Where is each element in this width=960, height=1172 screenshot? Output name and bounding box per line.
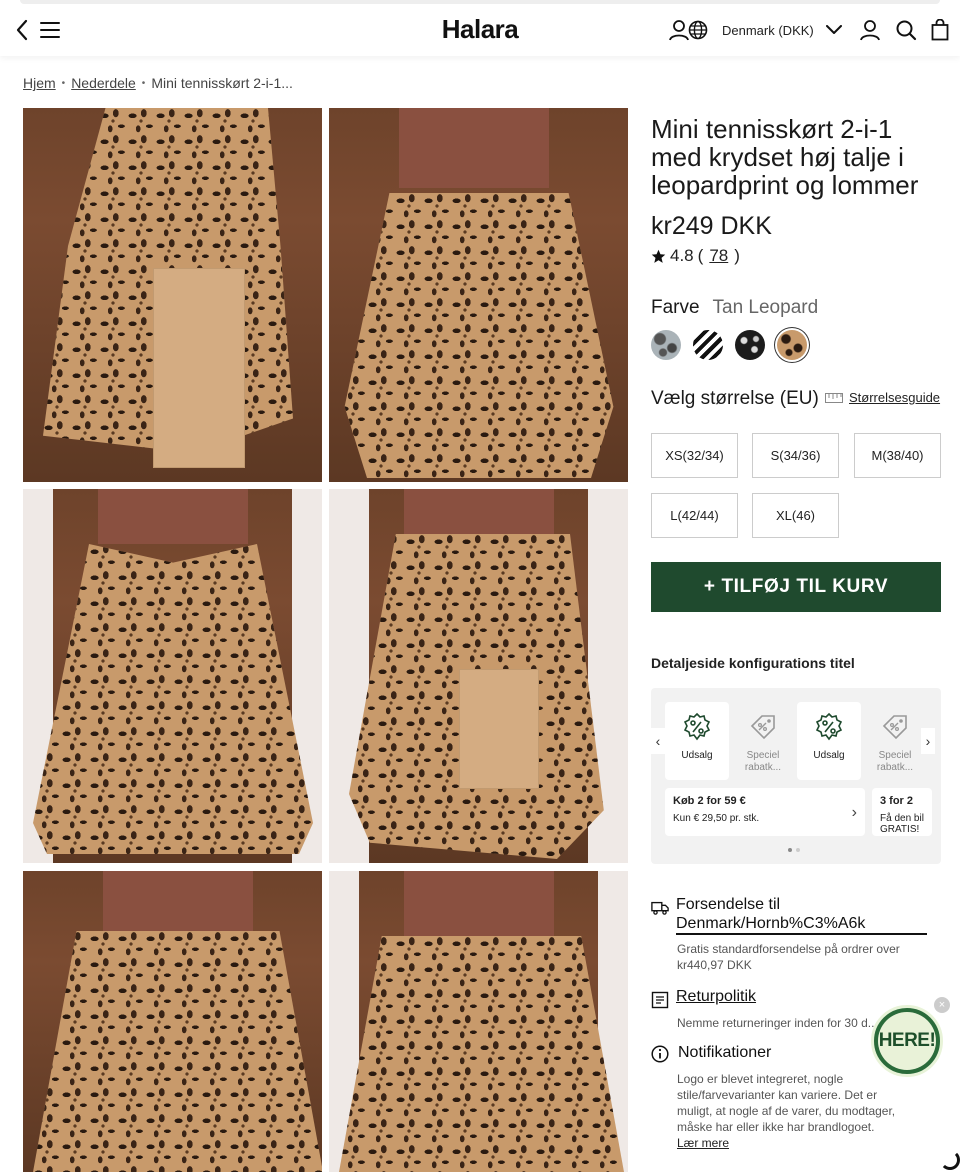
promo-card-label: Speciel rabatk...: [876, 750, 914, 773]
product-price: kr249 DKK: [651, 212, 772, 240]
promotions-carousel: ‹ Udsalg Speciel rabatk... Udsalg Specie…: [651, 688, 941, 864]
size-option-xl[interactable]: XL(46): [752, 493, 839, 538]
loading-spinner-icon: [940, 1150, 960, 1170]
hamburger-menu-icon[interactable]: [38, 18, 62, 42]
rating-value: 4.8: [670, 246, 694, 265]
promo-card-sale[interactable]: Udsalg: [797, 702, 861, 780]
color-label: Farve: [651, 297, 700, 318]
breadcrumb-home[interactable]: Hjem: [23, 75, 56, 91]
product-image-1[interactable]: [23, 108, 322, 482]
discount-tag-icon: [750, 715, 775, 740]
search-icon[interactable]: [894, 18, 918, 42]
close-icon[interactable]: ×: [934, 997, 950, 1013]
deal-card-3-for-2[interactable]: 3 for 2 Få den bil GRATIS!: [872, 788, 932, 836]
shopping-bag-icon[interactable]: [928, 18, 952, 42]
deal-subtitle: Få den bil: [880, 813, 924, 824]
deal-title: Køb 2 for 59 €: [673, 795, 746, 807]
color-swatch-tan-leopard[interactable]: [777, 330, 807, 360]
chevron-right-icon: ›: [851, 804, 857, 821]
promotions-title: Detaljeside konfigurations titel: [651, 655, 855, 671]
size-guide-link[interactable]: Størrelsesguide: [825, 390, 940, 405]
size-option-l[interactable]: L(42/44): [651, 493, 738, 538]
deal-subtitle: Kun € 29,50 pr. stk.: [673, 813, 760, 824]
breadcrumb-separator: •: [61, 77, 66, 89]
country-selector[interactable]: Denmark (DKK): [688, 18, 842, 42]
percent-badge-icon: [815, 712, 843, 741]
product-image-5[interactable]: [23, 871, 322, 1172]
truck-icon: [651, 901, 669, 915]
color-swatches: N N: [651, 330, 807, 360]
product-image-4[interactable]: [329, 489, 628, 863]
return-policy-link[interactable]: Returpolitik: [676, 988, 756, 1006]
rating-open-paren: (: [697, 246, 704, 265]
ruler-icon: [825, 392, 843, 403]
rating-close-paren: ): [734, 246, 740, 265]
size-option-s[interactable]: S(34/36): [752, 433, 839, 478]
size-guide-label: Størrelsesguide: [849, 390, 941, 405]
notifications-description: Logo er blevet integreret, nogle stile/f…: [677, 1072, 896, 1151]
size-label: Vælg størrelse (EU): [651, 388, 819, 409]
breadcrumb-separator: •: [141, 77, 146, 89]
breadcrumb-current: Mini tennisskørt 2-i-1...: [151, 75, 293, 91]
deal-card-buy-2[interactable]: Køb 2 for 59 € Kun € 29,50 pr. stk. ›: [665, 788, 865, 836]
color-swatch-black-leopard[interactable]: N: [735, 330, 765, 360]
free-gift-badge-text: HERE!: [878, 1012, 936, 1070]
chevron-down-icon: [825, 25, 842, 35]
new-badge: N: [719, 330, 723, 334]
color-swatch-snow-leopard[interactable]: [651, 330, 681, 360]
color-selector-label: Farve Tan Leopard: [651, 297, 818, 319]
size-option-xs[interactable]: XS(32/34): [651, 433, 738, 478]
percent-badge-icon: [683, 712, 711, 741]
top-divider: [20, 0, 940, 4]
user-icon[interactable]: [858, 18, 882, 42]
product-image-2[interactable]: [329, 108, 628, 482]
return-policy-icon: [651, 991, 669, 1009]
shipping-heading[interactable]: Forsendelse til Denmark/Hornb%C3%A6k: [676, 895, 927, 935]
pagination-dot[interactable]: [796, 848, 800, 852]
promo-card-label: Udsalg: [681, 750, 713, 761]
country-label: Denmark (DKK): [722, 22, 814, 38]
color-swatch-zebra[interactable]: N: [693, 330, 723, 360]
carousel-prev-icon[interactable]: ‹: [651, 728, 665, 754]
promo-card-sale[interactable]: Udsalg: [665, 702, 729, 780]
product-image-6[interactable]: [329, 871, 628, 1172]
back-arrow-icon[interactable]: [10, 18, 34, 42]
top-navigation-bar: Halara Denmark (DKK): [0, 0, 960, 56]
carousel-next-icon[interactable]: ›: [921, 728, 935, 754]
size-option-m[interactable]: M(38/40): [854, 433, 941, 478]
add-to-cart-button[interactable]: + TILFØJ TIL KURV: [651, 562, 941, 612]
notifications-heading: Notifikationer: [678, 1044, 772, 1061]
breadcrumb-category[interactable]: Nederdele: [71, 75, 136, 91]
product-title: Mini tennisskørt 2-i-1 med krydset høj t…: [651, 114, 919, 200]
product-image-3[interactable]: [23, 489, 322, 863]
promo-card-label: Speciel rabatk...: [744, 750, 782, 773]
return-policy-description: Nemme returneringer inden for 30 d...: [677, 1016, 878, 1030]
learn-more-link[interactable]: Lær mere: [677, 1135, 895, 1151]
new-badge: N: [761, 330, 765, 334]
free-gift-badge[interactable]: HERE!: [871, 1005, 943, 1077]
product-rating: 4.8 ( 78 ): [651, 246, 740, 266]
review-count-link[interactable]: 78: [709, 246, 728, 266]
breadcrumb: Hjem • Nederdele • Mini tennisskørt 2-i-…: [23, 75, 293, 91]
globe-icon: [688, 20, 708, 40]
shipping-description: Gratis standardforsendelse på ordrer ove…: [677, 942, 900, 972]
deal-subtitle-2: GRATIS!: [880, 824, 920, 835]
promo-card-label: Udsalg: [813, 750, 845, 761]
star-icon: [651, 249, 666, 264]
color-value: Tan Leopard: [712, 297, 819, 318]
discount-tag-icon: [882, 715, 907, 740]
promo-card-special-discount[interactable]: Speciel rabatk...: [863, 702, 927, 780]
info-icon: [651, 1045, 669, 1063]
deal-title: 3 for 2: [880, 795, 914, 807]
promo-card-special-discount[interactable]: Speciel rabatk...: [731, 702, 795, 780]
shipping-info: Forsendelse til Denmark/Hornb%C3%A6k Gra…: [651, 895, 941, 975]
carousel-pagination: [788, 848, 800, 852]
pagination-dot-active[interactable]: [788, 848, 792, 852]
